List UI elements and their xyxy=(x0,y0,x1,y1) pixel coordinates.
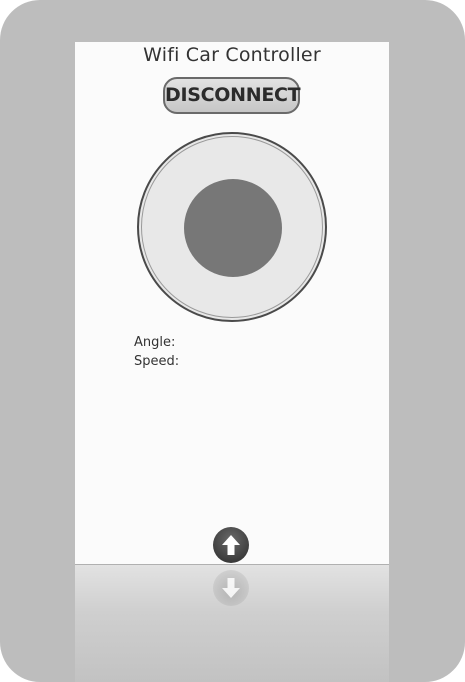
disconnect-button[interactable]: DISCONNECT xyxy=(163,77,301,114)
angle-label: Angle: xyxy=(134,335,176,350)
arrow-up-icon xyxy=(222,535,240,555)
angle-readout: Angle: xyxy=(134,335,181,350)
joystick-knob[interactable] xyxy=(184,179,282,277)
app-screen: Wifi Car Controller DISCONNECT Angle: Sp… xyxy=(75,42,389,682)
speed-readout: Speed: xyxy=(134,354,185,369)
speed-label: Speed: xyxy=(134,354,180,369)
device-frame: Wifi Car Controller DISCONNECT Angle: Sp… xyxy=(0,0,465,682)
app-title: Wifi Car Controller xyxy=(143,44,321,66)
joystick-pad[interactable] xyxy=(137,132,327,322)
forward-button[interactable] xyxy=(213,527,249,563)
arrow-down-icon xyxy=(222,578,240,598)
reverse-button[interactable] xyxy=(213,570,249,606)
